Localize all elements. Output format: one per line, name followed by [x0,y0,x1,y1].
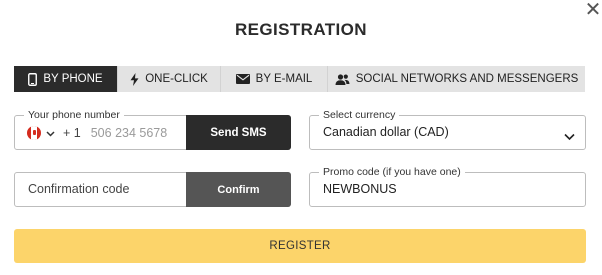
phone-number-field: Your phone number + 1 506 234 5678 Send … [14,108,291,150]
currency-value: Canadian dollar (CAD) [323,125,449,139]
tab-social-networks[interactable]: SOCIAL NETWORKS AND MESSENGERS [328,66,585,92]
people-icon [335,73,350,85]
phone-input[interactable]: 506 234 5678 [91,126,167,140]
promo-code-input[interactable]: NEWBONUS [323,173,397,206]
confirmation-code-field: Confirmation code Confirm [14,172,291,207]
send-sms-button[interactable]: Send SMS [186,115,291,150]
confirmation-code-input[interactable]: Confirmation code [28,173,129,206]
tab-by-email[interactable]: BY E-MAIL [221,66,328,92]
tab-label: BY E-MAIL [255,73,313,85]
dialog-title: REGISTRATION [235,20,367,39]
tab-label: BY PHONE [43,73,103,85]
phone-icon [28,72,38,86]
tab-label: ONE-CLICK [145,73,208,85]
tab-label: SOCIAL NETWORKS AND MESSENGERS [355,73,579,85]
tab-one-click[interactable]: ONE-CLICK [118,66,221,92]
confirm-button[interactable]: Confirm [186,172,291,207]
tab-by-phone[interactable]: BY PHONE [14,66,118,92]
chevron-down-icon[interactable] [46,124,55,142]
promo-code-field[interactable]: Promo code (if you have one) NEWBONUS [309,165,586,207]
registration-tabs: BY PHONE ONE-CLICK BY E-MAIL SOCIAL NETW… [14,66,585,92]
dial-code: + 1 [63,125,81,140]
chevron-down-icon [564,128,575,146]
canada-flag-icon[interactable] [27,125,41,140]
currency-select[interactable]: Select currency Canadian dollar (CAD) [309,108,586,150]
envelope-icon [235,74,250,84]
lightning-icon [130,72,139,86]
register-button[interactable]: REGISTER [14,229,586,263]
close-icon[interactable]: ✕ [584,0,602,20]
